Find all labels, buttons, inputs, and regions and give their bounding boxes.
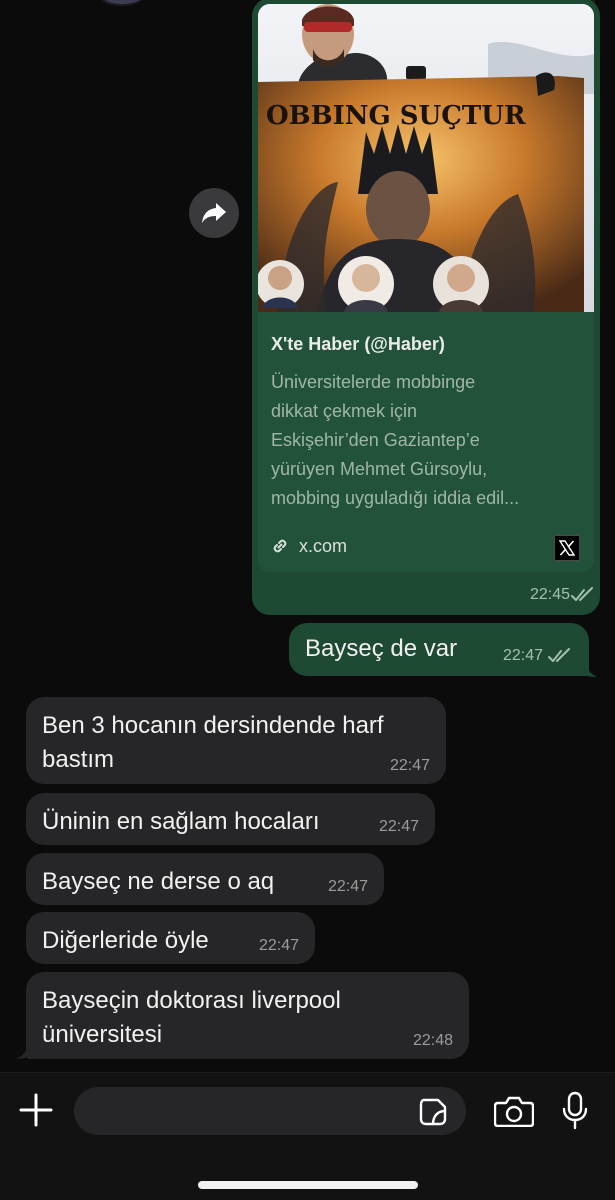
message-line: bastım — [42, 746, 115, 773]
bubble-tail — [580, 658, 597, 677]
message-line: üniversitesi — [42, 1021, 163, 1048]
link-card-description: Üniversitelerde mobbinge dikkat çekmek i… — [271, 368, 581, 513]
incoming-message[interactable]: Diğerleride öyle 22:47 — [26, 912, 315, 964]
plus-icon[interactable] — [18, 1092, 54, 1128]
message-timestamp: 22:47 — [327, 878, 368, 895]
link-description-line: mobbing uyguladığı iddia edil... — [271, 488, 520, 508]
message-text: Bayseç de var — [305, 635, 458, 662]
message-timestamp: 22:47 — [258, 937, 299, 954]
message-timestamp: 22:47 — [378, 818, 419, 835]
sticker-icon[interactable] — [418, 1097, 448, 1127]
forward-arrow-icon — [202, 203, 226, 223]
home-indicator — [198, 1181, 418, 1189]
double-check-icon — [548, 648, 570, 662]
link-description-line: yürüyen Mehmet Gürsoylu, — [271, 459, 488, 479]
incoming-message[interactable]: Bayseç ne derse o aq 22:47 — [26, 853, 384, 905]
message-timestamp: 22:45 — [529, 586, 570, 603]
outgoing-message[interactable]: Bayseç de var 22:47 — [289, 623, 589, 676]
poster-title: OBBING SUÇTUR — [266, 101, 526, 131]
message-text: Diğerleride öyle — [42, 927, 209, 954]
message-text: Bayseçin doktorası liverpool üniversites… — [42, 984, 341, 1052]
link-description-line: Eskişehir’den Gaziantep’e — [271, 430, 480, 450]
message-text: Üninin en sağlam hocaları — [42, 808, 320, 835]
message-line: Ben 3 hocanın dersindende harf — [42, 712, 384, 739]
x-logo-icon — [554, 535, 580, 561]
message-text: Ben 3 hocanın dersindende harf bastım — [42, 709, 384, 777]
message-text: Bayseç ne derse o aq — [42, 868, 275, 895]
message-timestamp: 22:48 — [412, 1032, 453, 1049]
link-preview-message[interactable]: OBBING SUÇTUR X'te Haber (@Haber) Üniver… — [252, 0, 600, 615]
bubble-tail — [16, 1044, 32, 1059]
link-preview-card[interactable]: OBBING SUÇTUR X'te Haber (@Haber) Üniver… — [258, 4, 594, 572]
link-card-title[interactable]: X'te Haber (@Haber) — [271, 334, 445, 355]
microphone-icon[interactable] — [560, 1091, 590, 1131]
message-line: Bayseçin doktorası liverpool — [42, 987, 341, 1014]
link-description-line: dikkat çekmek için — [271, 401, 418, 421]
chain-link-icon — [273, 539, 287, 553]
link-domain[interactable]: x.com — [299, 536, 347, 557]
incoming-message[interactable]: Bayseçin doktorası liverpool üniversites… — [26, 972, 469, 1059]
contact-avatar[interactable] — [100, 0, 144, 6]
link-description-line: Üniversitelerde mobbinge — [271, 372, 476, 392]
incoming-message[interactable]: Ben 3 hocanın dersindende harf bastım 22… — [26, 697, 446, 784]
preview-image[interactable]: OBBING SUÇTUR — [258, 4, 594, 312]
double-check-icon — [571, 587, 593, 601]
message-timestamp: 22:47 — [389, 757, 430, 774]
message-input[interactable] — [74, 1087, 466, 1135]
camera-icon[interactable] — [494, 1095, 534, 1127]
message-composer — [0, 1072, 615, 1200]
incoming-message[interactable]: Üninin en sağlam hocaları 22:47 — [26, 793, 435, 845]
message-timestamp: 22:47 — [502, 647, 543, 664]
forward-button[interactable] — [189, 188, 239, 238]
